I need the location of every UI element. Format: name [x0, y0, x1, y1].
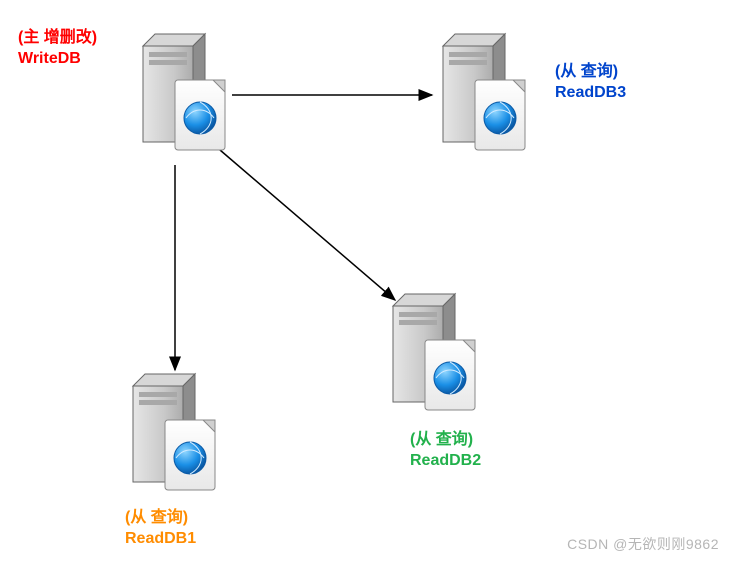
label-readdb1-line2: ReadDB1	[125, 529, 196, 550]
node-readdb3	[435, 30, 535, 160]
watermark-text: CSDN @无欲则刚9862	[567, 534, 719, 554]
label-readdb1-line1: (从 查询)	[125, 508, 196, 529]
node-readdb2	[385, 290, 485, 420]
label-readdb2-line2: ReadDB2	[410, 451, 481, 472]
label-writedb: (主 增删改) WriteDB	[18, 28, 97, 70]
edge-write-to-read2	[220, 150, 395, 300]
node-readdb1	[125, 370, 225, 500]
label-writedb-line1: (主 增删改)	[18, 28, 97, 49]
server-icon	[385, 290, 485, 420]
label-readdb3-line1: (从 查询)	[555, 62, 626, 83]
label-readdb3: (从 查询) ReadDB3	[555, 62, 626, 104]
label-writedb-line2: WriteDB	[18, 49, 97, 70]
label-readdb2-line1: (从 查询)	[410, 430, 481, 451]
label-readdb1: (从 查询) ReadDB1	[125, 508, 196, 550]
label-readdb3-line2: ReadDB3	[555, 83, 626, 104]
diagram-canvas: (主 增删改) WriteDB	[0, 0, 731, 564]
server-icon	[435, 30, 535, 160]
label-readdb2: (从 查询) ReadDB2	[410, 430, 481, 472]
node-writedb	[135, 30, 235, 160]
server-icon	[135, 30, 235, 160]
server-icon	[125, 370, 225, 500]
